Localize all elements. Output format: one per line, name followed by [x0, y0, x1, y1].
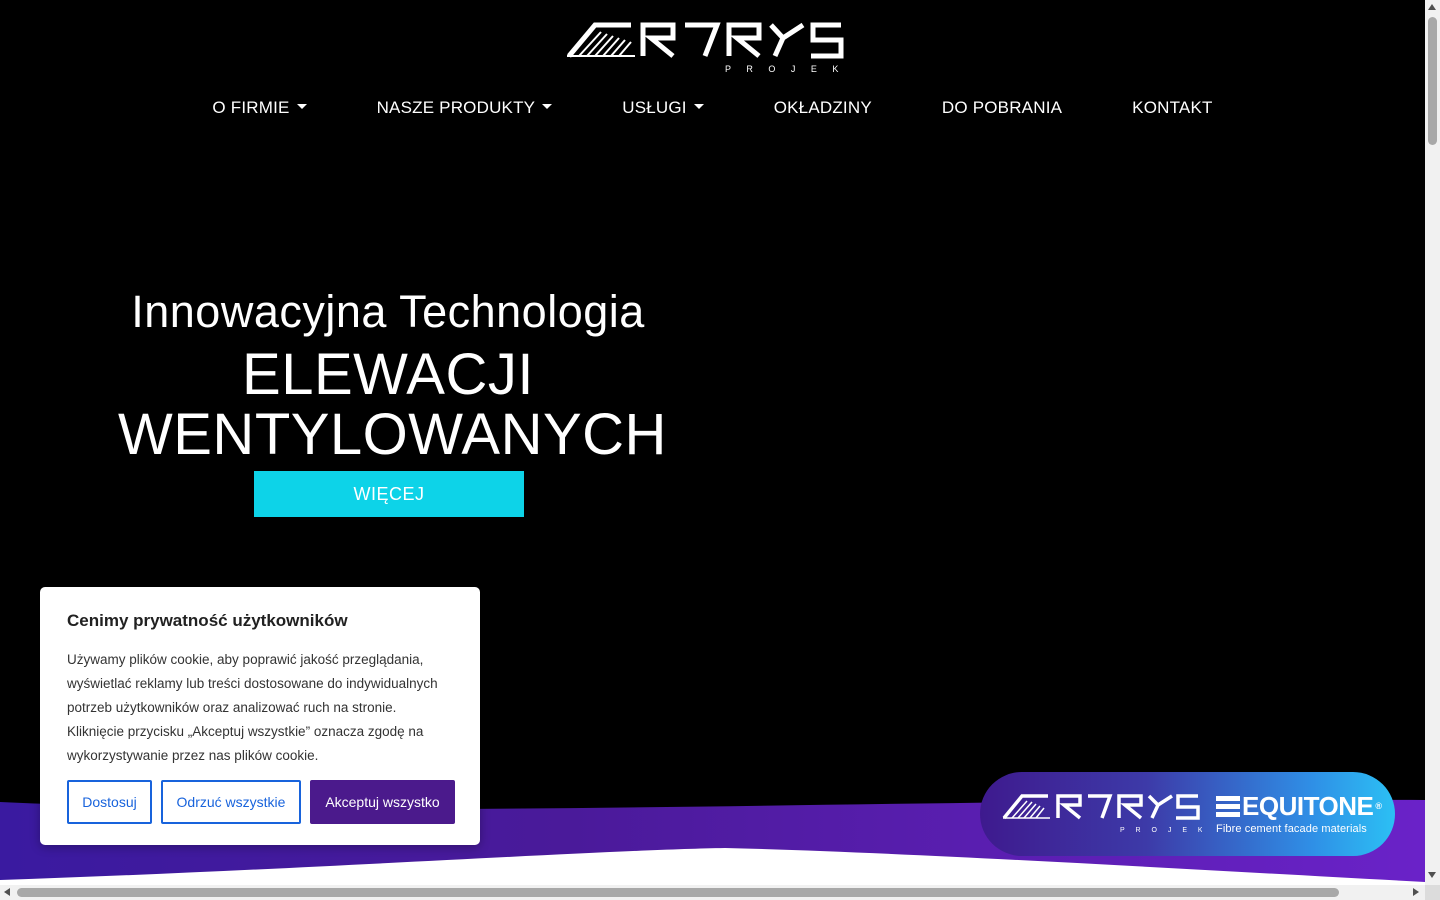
- horizontal-scroll-thumb[interactable]: [17, 888, 1339, 897]
- caret-down-icon: [693, 103, 704, 109]
- partner-badge[interactable]: P R O J E K T EQUITONE ® Fibre cement fa…: [980, 772, 1395, 856]
- hero-heading: Innowacyjna Technologia ELEWACJI WENTYLO…: [118, 285, 667, 467]
- cookie-buttons: Dostosuj Odrzuć wszystkie Akceptuj wszys…: [67, 780, 455, 824]
- page: P R O J E K T O FIRMIE NASZE PRODUKTY US…: [0, 0, 1425, 885]
- nav-item-o-firmie[interactable]: O FIRMIE: [177, 98, 341, 118]
- equitone-logo: EQUITONE ® Fibre cement facade materials: [1216, 791, 1382, 835]
- svg-text:P R O J E K T: P R O J E K T: [1120, 827, 1202, 834]
- scroll-left-arrow-icon[interactable]: [4, 888, 10, 896]
- nav-item-kontakt[interactable]: KONTAKT: [1097, 98, 1247, 118]
- artrys-logo[interactable]: P R O J E K T: [565, 20, 845, 78]
- hero-subtitle: Innowacyjna Technologia: [131, 286, 645, 337]
- nav-item-okladziny[interactable]: OKŁADZINY: [739, 98, 907, 118]
- cookie-description: Używamy plików cookie, aby poprawić jako…: [67, 652, 438, 763]
- hero-title-line1: ELEWACJI: [242, 342, 534, 407]
- nav-item-label: NASZE PRODUKTY: [376, 98, 536, 117]
- caret-down-icon: [542, 103, 553, 109]
- vertical-scrollbar[interactable]: [1425, 0, 1440, 885]
- hero-title-line2: WENTYLOWANYCH: [118, 402, 667, 467]
- nav-item-label: OKŁADZINY: [773, 98, 872, 117]
- more-button[interactable]: WIĘCEJ: [254, 471, 524, 517]
- vertical-scroll-thumb[interactable]: [1428, 17, 1437, 145]
- horizontal-scrollbar[interactable]: [0, 885, 1425, 900]
- main-nav: O FIRMIE NASZE PRODUKTY USŁUGI OKŁADZINY…: [0, 98, 1425, 118]
- nav-item-uslugi[interactable]: USŁUGI: [587, 98, 739, 118]
- registered-mark: ®: [1375, 801, 1382, 811]
- accept-all-button[interactable]: Akceptuj wszystko: [310, 780, 455, 824]
- cookie-consent-dialog: Cenimy prywatność użytkowników Używamy p…: [40, 587, 480, 845]
- equitone-name: EQUITONE: [1242, 791, 1374, 821]
- scroll-right-arrow-icon[interactable]: [1413, 888, 1419, 896]
- svg-text:P R O J E K T: P R O J E K T: [725, 64, 845, 74]
- reject-all-button[interactable]: Odrzuć wszystkie: [161, 780, 301, 824]
- nav-item-label: KONTAKT: [1132, 98, 1213, 117]
- scroll-down-arrow-icon[interactable]: [1428, 872, 1436, 878]
- artrys-badge-logo-icon: P R O J E K T: [1002, 794, 1202, 834]
- scroll-up-arrow-icon[interactable]: [1428, 4, 1436, 10]
- equitone-tagline: Fibre cement facade materials: [1216, 823, 1367, 835]
- equitone-bars-icon: [1216, 795, 1240, 817]
- nav-item-label: O FIRMIE: [212, 98, 290, 117]
- scrollbar-corner: [1425, 885, 1440, 900]
- nav-item-label: USŁUGI: [622, 98, 687, 117]
- cookie-title: Cenimy prywatność użytkowników: [67, 611, 348, 630]
- artrys-logo-icon: P R O J E K T: [567, 22, 845, 74]
- nav-item-label: DO POBRANIA: [941, 98, 1063, 117]
- nav-item-do-pobrania[interactable]: DO POBRANIA: [907, 98, 1097, 118]
- nav-item-nasze-produkty[interactable]: NASZE PRODUKTY: [342, 98, 588, 118]
- customize-button[interactable]: Dostosuj: [67, 780, 152, 824]
- caret-down-icon: [296, 103, 307, 109]
